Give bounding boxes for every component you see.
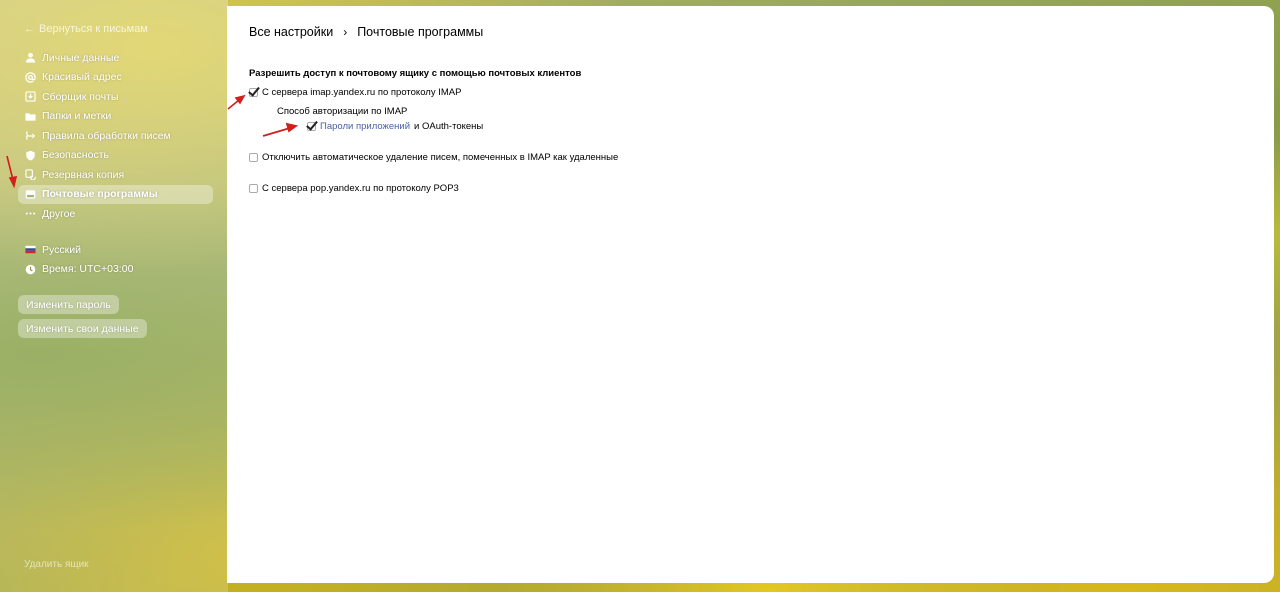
imap-auth-method-label: Способ авторизации по IMAP <box>277 106 408 117</box>
breadcrumb-current: Почтовые программы <box>357 25 484 39</box>
settings-sidebar: ← Вернуться к письмам Личные данные Крас… <box>0 0 228 592</box>
russian-flag-icon <box>24 244 36 256</box>
sidebar-item-mail-collector[interactable]: Сборщик почты <box>18 87 213 107</box>
settings-panel: Все настройки › Почтовые программы Разре… <box>227 6 1274 583</box>
sidebar-item-folders-labels[interactable]: Папки и метки <box>18 107 213 127</box>
sidebar-item-mail-programs[interactable]: Почтовые программы <box>18 184 213 204</box>
more-icon <box>24 208 36 220</box>
disable-autodelete-checkbox[interactable] <box>249 153 258 162</box>
sidebar-item-beautiful-address[interactable]: Красивый адрес <box>18 68 213 88</box>
back-to-mail-label: Вернуться к письмам <box>39 23 148 35</box>
rules-icon <box>24 130 36 142</box>
section-title: Разрешить доступ к почтовому ящику с пом… <box>249 68 582 79</box>
pop3-label[interactable]: С сервера pop.yandex.ru по протоколу POP… <box>262 183 459 194</box>
delete-mailbox-link[interactable]: Удалить ящик <box>24 559 89 570</box>
sidebar-item-other[interactable]: Другое <box>18 204 213 224</box>
back-to-mail-link[interactable]: ← Вернуться к письмам <box>24 23 148 35</box>
clock-icon <box>24 263 36 275</box>
arrow-left-icon: ← <box>24 23 35 35</box>
at-icon <box>24 71 36 83</box>
app-passwords-option: Пароли приложений и OAuth-токены <box>307 121 483 132</box>
disable-autodelete-option: Отключить автоматическое удаление писем,… <box>249 152 618 163</box>
oauth-label: и OAuth-токены <box>414 121 484 132</box>
change-data-button[interactable]: Изменить свои данные <box>18 319 147 338</box>
imap-checkbox[interactable] <box>249 88 258 97</box>
change-password-button[interactable]: Изменить пароль <box>18 295 119 314</box>
app-passwords-checkbox[interactable] <box>307 122 316 131</box>
locale-settings: Русский Время: UTC+03:00 <box>18 240 213 279</box>
sidebar-item-security[interactable]: Безопасность <box>18 146 213 166</box>
collector-icon <box>24 91 36 103</box>
language-selector[interactable]: Русский <box>18 240 213 260</box>
sidebar-item-backup[interactable]: Резервная копия <box>18 165 213 185</box>
shield-icon <box>24 149 36 161</box>
sidebar-item-mail-rules[interactable]: Правила обработки писем <box>18 126 213 146</box>
breadcrumb-all-settings[interactable]: Все настройки <box>249 25 333 39</box>
folder-icon <box>24 110 36 122</box>
breadcrumb: Все настройки › Почтовые программы <box>249 25 483 39</box>
timezone-selector[interactable]: Время: UTC+03:00 <box>18 260 213 280</box>
app-passwords-link[interactable]: Пароли приложений <box>320 121 410 132</box>
settings-nav: Личные данные Красивый адрес Сборщик поч… <box>18 48 213 224</box>
imap-option: С сервера imap.yandex.ru по протоколу IM… <box>249 87 461 98</box>
sidebar-item-personal-data[interactable]: Личные данные <box>18 48 213 68</box>
mail-programs-icon <box>24 188 36 200</box>
imap-label[interactable]: С сервера imap.yandex.ru по протоколу IM… <box>262 87 461 98</box>
pop3-checkbox[interactable] <box>249 184 258 193</box>
pop3-option: С сервера pop.yandex.ru по протоколу POP… <box>249 183 459 194</box>
user-icon <box>24 52 36 64</box>
disable-autodelete-label[interactable]: Отключить автоматическое удаление писем,… <box>262 152 618 163</box>
chevron-right-icon: › <box>343 25 348 39</box>
backup-icon <box>24 169 36 181</box>
